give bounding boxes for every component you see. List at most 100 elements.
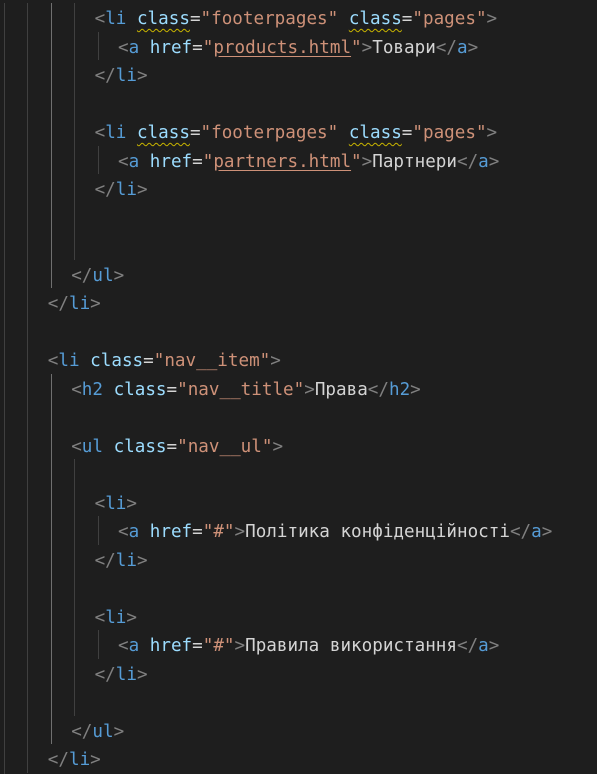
indent-guide (50, 3, 52, 288)
token-bracket: </ (71, 265, 93, 286)
token-tag: li (105, 493, 127, 514)
code-line[interactable]: <li> (95, 490, 137, 518)
token-text: Правила використання (245, 636, 457, 656)
token-string: "pages" (412, 123, 487, 143)
token-string: "pages" (412, 9, 487, 29)
code-line[interactable]: </li> (48, 746, 101, 774)
token-bracket: </ (456, 151, 479, 172)
code-line[interactable]: <a href="#">Правила використання</a> (118, 632, 499, 660)
code-line[interactable]: <a href="products.html">Товари</a> (118, 34, 478, 62)
token-tag: li (105, 123, 127, 143)
token-bracket: < (94, 123, 106, 143)
token-string: " (351, 151, 362, 172)
token-tag: h2 (81, 379, 103, 400)
code-line[interactable]: <a href="partners.html">Партнери</a> (118, 148, 499, 176)
token-bracket: > (234, 522, 246, 542)
token-text: Партнери (372, 151, 457, 172)
token-bracket: < (118, 151, 129, 172)
indent-guide (4, 3, 5, 774)
token-bracket: < (118, 636, 129, 656)
token-attribute: href (149, 636, 193, 656)
token-tag: li (58, 351, 80, 371)
token-tag: li (105, 9, 127, 29)
token-bracket: > (486, 123, 498, 143)
token-string: "#" (202, 522, 235, 542)
token-attribute: class (113, 436, 167, 457)
token-tag: a (478, 151, 489, 172)
code-line[interactable]: </li> (95, 661, 148, 689)
token-bracket: </ (509, 522, 532, 542)
token-attribute: href (149, 151, 193, 172)
token-bracket: > (304, 379, 315, 400)
token-bracket: > (234, 636, 246, 656)
code-line[interactable]: <h2 class="nav__title">Права</h2> (71, 376, 421, 404)
token-bracket: </ (47, 294, 69, 314)
token-bracket: > (410, 379, 421, 400)
code-line[interactable]: </li> (95, 62, 148, 90)
code-line[interactable]: <li class="footerpages" class="pages"> (95, 5, 498, 33)
token-tag: a (128, 522, 140, 542)
code-line[interactable]: </li> (48, 290, 101, 318)
token-text: Права (314, 379, 368, 400)
token-tag: li (105, 607, 127, 628)
indent-guide (74, 459, 76, 716)
code-line[interactable]: <li class="footerpages" class="pages"> (95, 119, 498, 147)
token-bracket: > (361, 151, 373, 172)
code-line[interactable]: <li> (95, 604, 137, 632)
code-line[interactable]: <li class="nav__item"> (48, 347, 281, 375)
token-text: Товари (372, 37, 436, 58)
token-bracket: > (136, 180, 148, 200)
token-attribute: href (149, 522, 193, 542)
token-string: " (202, 151, 214, 172)
code-line[interactable]: </ul> (71, 262, 124, 290)
token-bracket: > (272, 436, 284, 457)
token-bracket: > (113, 721, 125, 742)
token-tag: ul (92, 721, 114, 742)
token-tag: a (531, 522, 542, 542)
token-bracket: > (90, 294, 101, 314)
token-string: "#" (202, 636, 235, 656)
token-bracket: > (136, 66, 148, 86)
token-bracket: > (90, 750, 101, 770)
code-line[interactable]: <a href="#">Політика конфіденційності</a… (118, 518, 552, 546)
token-text: Політика конфіденційності (245, 522, 510, 542)
token-text: = (189, 123, 201, 143)
token-tag: li (68, 750, 91, 770)
token-bracket: > (541, 522, 553, 542)
token-text: = (192, 522, 203, 542)
token-bracket: </ (435, 37, 457, 58)
token-bracket: < (118, 522, 129, 542)
token-tag: a (456, 37, 468, 58)
token-string: "nav__item" (153, 351, 271, 371)
code-line[interactable]: <ul class="nav__ul"> (71, 433, 283, 461)
token-bracket: </ (94, 66, 116, 86)
token-attribute: class (136, 9, 190, 29)
token-bracket: > (126, 493, 137, 514)
token-bracket: < (94, 9, 106, 29)
token-tag: li (115, 66, 137, 86)
code-line[interactable]: </ul> (71, 718, 124, 746)
code-editor[interactable]: <li class="footerpages" class="pages"> <a… (0, 0, 597, 774)
indent-guide (97, 630, 99, 659)
code-line[interactable]: </li> (95, 176, 148, 204)
token-bracket: </ (94, 664, 116, 685)
token-text: = (166, 436, 178, 457)
token-text: = (189, 9, 201, 29)
token-bracket: </ (71, 721, 93, 742)
indent-guide (97, 145, 99, 174)
token-tag: ul (92, 265, 114, 286)
token-text: = (166, 379, 178, 400)
token-bracket: </ (94, 550, 116, 571)
token-bracket: < (71, 379, 82, 400)
indent-guide (50, 373, 52, 744)
token-bracket: > (270, 351, 281, 371)
code-line[interactable]: </li> (95, 547, 148, 575)
